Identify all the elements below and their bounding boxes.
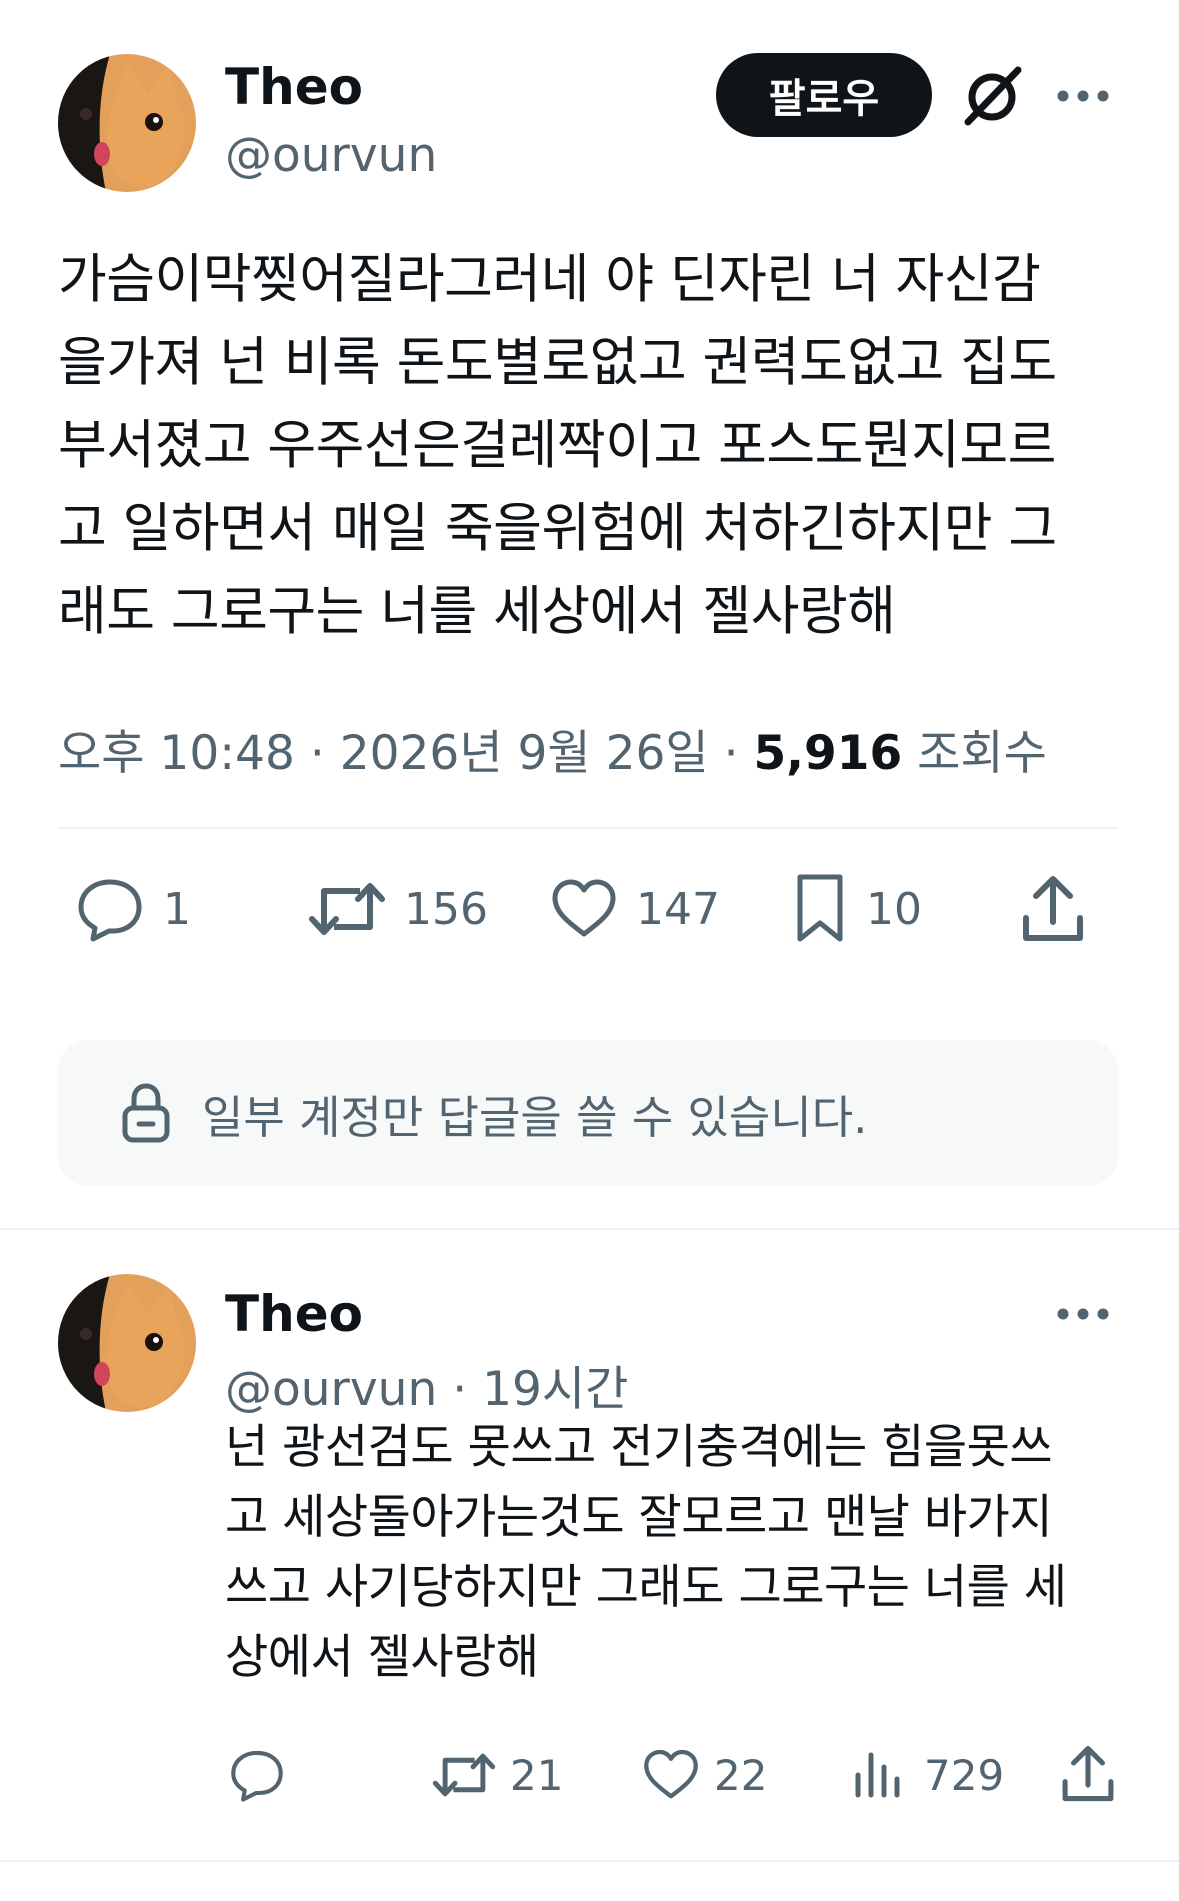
reply-like-count: 22 (714, 1750, 768, 1800)
separator-dot: · (309, 726, 340, 781)
follow-button[interactable]: 팔로우 (716, 53, 932, 137)
reply-restriction-notice: 일부 계정만 답글을 쓸 수 있습니다. (58, 1040, 1118, 1186)
cat-avatar-icon (58, 54, 196, 192)
author-handle[interactable]: @ourvun (225, 128, 437, 183)
reply-icon (78, 879, 142, 942)
separator-dot: · (723, 726, 754, 781)
reply-views-button[interactable]: 729 (852, 1745, 1004, 1805)
heart-icon (552, 879, 616, 937)
lock-icon (122, 1083, 170, 1143)
retweet-count: 156 (404, 883, 488, 935)
more-options-icon[interactable] (1055, 82, 1111, 110)
bottom-divider (0, 1860, 1179, 1862)
like-count: 147 (636, 883, 720, 935)
heart-icon (644, 1749, 698, 1799)
reply-like-button[interactable]: 22 (642, 1745, 767, 1805)
grok-icon[interactable] (960, 64, 1024, 128)
author-name[interactable]: Theo (225, 58, 363, 116)
retweet-icon (309, 883, 385, 935)
like-button[interactable]: 147 (550, 875, 720, 943)
views-count[interactable]: 5,916 (753, 726, 902, 781)
share-icon (1062, 1746, 1114, 1802)
reply-button[interactable]: 1 (75, 875, 191, 943)
reply-restriction-text: 일부 계정만 답글을 쓸 수 있습니다. (202, 1090, 868, 1144)
bookmark-icon (797, 874, 843, 942)
author-avatar[interactable] (58, 54, 196, 192)
bookmark-button[interactable]: 10 (792, 872, 922, 946)
reply-icon (231, 1750, 283, 1802)
tweet-text-line: 부서졌고 우주선은걸레짝이고 포스도뭔지모르 (58, 415, 1056, 476)
section-divider (0, 1228, 1179, 1230)
reply-retweet-count: 21 (510, 1750, 564, 1800)
reply-author-meta: @ourvun · 19시간 (225, 1350, 628, 1419)
share-icon (1023, 876, 1083, 941)
reply-author-avatar[interactable] (58, 1274, 196, 1412)
tweet-date[interactable]: 2026년 9월 26일 (340, 726, 709, 781)
views-chart-icon (855, 1752, 900, 1798)
tweet-text-line: 을가져 넌 비록 돈도별로없고 권력도없고 집도 (58, 332, 1057, 393)
divider (58, 827, 1118, 829)
reply-time-ago[interactable]: 19시간 (482, 1362, 628, 1417)
reply-text-line: 쓰고 사기당하지만 그래도 그로구는 너를 세 (225, 1560, 1067, 1615)
share-button[interactable] (1020, 872, 1086, 946)
tweet-text-line: 래도 그로구는 너를 세상에서 젤사랑해 (58, 581, 896, 642)
views-label: 조회수 (917, 726, 1047, 781)
reply-text: 넌 광선검도 못쓰고 전기충격에는 힘을못쓰 고 세상돌아가는것도 잘모르고 맨… (225, 1413, 1125, 1693)
reply-more-options-icon[interactable] (1055, 1300, 1111, 1328)
separator-dot: · (452, 1362, 483, 1417)
tweet-text-line: 고 일하면서 매일 죽을위험에 처하긴하지만 그 (58, 498, 1057, 559)
retweet-button[interactable]: 156 (308, 875, 488, 943)
reply-views-count: 729 (924, 1750, 1005, 1800)
tweet-meta: 오후 10:48 · 2026년 9월 26일 · 5,916 조회수 (58, 714, 1047, 783)
retweet-icon (432, 1753, 496, 1797)
reply-author-name[interactable]: Theo (225, 1285, 363, 1343)
reply-author-handle[interactable]: @ourvun (225, 1362, 437, 1417)
tweet-time[interactable]: 오후 10:48 (58, 726, 295, 781)
tweet-text: 가슴이막찢어질라그러네 야 딘자린 너 자신감 을가져 넌 비록 돈도별로없고 … (58, 238, 1118, 653)
reply-text-line: 넌 광선검도 못쓰고 전기충격에는 힘을못쓰 (225, 1420, 1053, 1475)
bookmark-count: 10 (866, 883, 922, 935)
reply-reply-button[interactable] (228, 1745, 286, 1805)
tweet-text-line: 가슴이막찢어질라그러네 야 딘자린 너 자신감 (58, 249, 1041, 310)
reply-text-line: 상에서 젤사랑해 (225, 1630, 539, 1685)
reply-share-button[interactable] (1060, 1742, 1116, 1806)
reply-count: 1 (163, 883, 191, 935)
reply-text-line: 고 세상돌아가는것도 잘모르고 맨날 바가지 (225, 1490, 1053, 1545)
cat-avatar-icon (58, 1274, 196, 1412)
reply-retweet-button[interactable]: 21 (432, 1745, 563, 1805)
